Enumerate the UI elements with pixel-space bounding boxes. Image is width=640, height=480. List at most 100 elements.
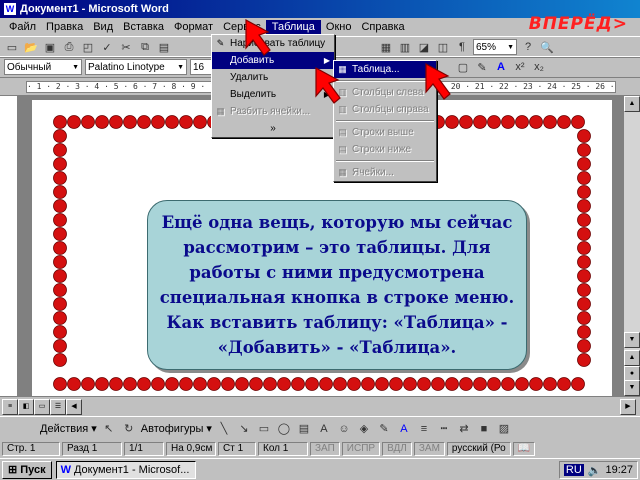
drawing-icon[interactable]: ◪	[416, 39, 432, 55]
language-indicator[interactable]: RU	[563, 464, 584, 476]
map-icon[interactable]: ◫	[435, 39, 451, 55]
apple-border-dot	[577, 339, 591, 353]
fill-color-icon[interactable]: ◈	[356, 421, 372, 437]
apple-border-dot	[501, 377, 515, 391]
select-objects-icon[interactable]: ↖	[101, 421, 117, 437]
actions-menu[interactable]: Действия ▾	[40, 422, 97, 435]
paste-icon[interactable]: ▤	[156, 39, 172, 55]
apple-border-dot	[221, 377, 235, 391]
apple-border-dot	[151, 377, 165, 391]
apple-border-dot	[53, 283, 67, 297]
draw-font-color-icon[interactable]: A	[396, 421, 412, 437]
volume-icon[interactable]: 🔈	[588, 464, 602, 477]
find-icon[interactable]: 🔍	[539, 39, 555, 55]
status-section: Разд 1	[62, 442, 122, 456]
rectangle-icon[interactable]: ▭	[256, 421, 272, 437]
scroll-down-button[interactable]: ▼	[624, 332, 640, 348]
clipart-icon[interactable]: ☺	[336, 421, 352, 437]
new-icon[interactable]: ▭	[4, 39, 20, 55]
submenu-item-rows-below[interactable]: ▤ Строки ниже	[334, 141, 436, 158]
save-icon[interactable]: ▣	[42, 39, 58, 55]
apple-border-dot	[571, 377, 585, 391]
apple-border-dot	[459, 377, 473, 391]
submenu-item-cells[interactable]: ▦ Ячейки...	[334, 164, 436, 181]
menu-format[interactable]: Формат	[169, 21, 218, 33]
status-language[interactable]: русский (Ро	[446, 442, 511, 456]
web-view-icon[interactable]: ◧	[18, 399, 34, 415]
apple-border-dot	[361, 377, 375, 391]
font-color-icon[interactable]: A	[493, 59, 509, 75]
line-icon[interactable]: ╲	[216, 421, 232, 437]
help-icon[interactable]: ?	[520, 39, 536, 55]
rotate-icon[interactable]: ↻	[121, 421, 137, 437]
spelling-status-icon[interactable]: 📖	[512, 442, 536, 456]
status-ext[interactable]: ВДЛ	[382, 442, 412, 456]
wordart-icon[interactable]: A	[316, 421, 332, 437]
normal-view-icon[interactable]: ≡	[2, 399, 18, 415]
apple-border-dot	[347, 377, 361, 391]
arrow-style-icon[interactable]: ⇄	[456, 421, 472, 437]
columns-icon[interactable]: ▥	[397, 39, 413, 55]
cut-icon[interactable]: ✂	[118, 39, 134, 55]
apple-border-dot	[137, 115, 151, 129]
menu-expand-chevron-icon[interactable]: »	[212, 120, 334, 137]
apple-border-dot	[473, 377, 487, 391]
dash-style-icon[interactable]: ┅	[436, 421, 452, 437]
apple-border-dot	[417, 377, 431, 391]
menu-insert[interactable]: Вставка	[118, 21, 169, 33]
borders-icon[interactable]: ▢	[455, 59, 471, 75]
open-icon[interactable]: 📂	[23, 39, 39, 55]
horizontal-scrollbar[interactable]: ≡ ◧ ▭ ☰ ◀ ▶	[0, 396, 640, 416]
menu-table[interactable]: Таблица	[265, 20, 321, 34]
prev-page-button[interactable]: ▲	[624, 350, 640, 366]
autoshapes-menu[interactable]: Автофигуры ▾	[141, 422, 212, 435]
status-ovr[interactable]: ЗАМ	[413, 442, 445, 456]
apple-border-dot	[53, 157, 67, 171]
windows-logo-icon: ⊞	[8, 464, 18, 476]
status-rec[interactable]: ЗАП	[310, 442, 340, 456]
arrow-icon[interactable]: ↘	[236, 421, 252, 437]
apple-border-dot	[109, 115, 123, 129]
scroll-up-button[interactable]: ▲	[624, 96, 640, 112]
pilcrow-icon[interactable]: ¶	[454, 39, 470, 55]
status-trk[interactable]: ИСПР	[341, 442, 381, 456]
highlight-icon[interactable]: ✎	[474, 59, 490, 75]
print-icon[interactable]: ⎙	[61, 39, 77, 55]
explanation-callout: Ещё одна вещь, которую мы сейчас рассмот…	[147, 200, 527, 370]
menu-edit[interactable]: Правка	[41, 21, 88, 33]
table-icon[interactable]: ▦	[378, 39, 394, 55]
line-style-icon[interactable]: ≡	[416, 421, 432, 437]
style-select[interactable]: Обычный ▼	[4, 59, 82, 75]
menu-help[interactable]: Справка	[356, 21, 409, 33]
menu-file[interactable]: Файл	[4, 21, 41, 33]
menu-view[interactable]: Вид	[88, 21, 118, 33]
preview-icon[interactable]: ◰	[80, 39, 96, 55]
layout-view-icon[interactable]: ▭	[34, 399, 50, 415]
3d-icon[interactable]: ▨	[496, 421, 512, 437]
outline-view-icon[interactable]: ☰	[50, 399, 66, 415]
submenu-arrow-icon: ▶	[323, 56, 330, 65]
font-select[interactable]: Palatino Linotype ▼	[85, 59, 187, 75]
submenu-item-rows-above[interactable]: ▤ Строки выше	[334, 124, 436, 141]
scroll-right-button[interactable]: ▶	[620, 399, 636, 415]
page[interactable]: Ещё одна вещь, которую мы сейчас рассмот…	[32, 100, 612, 396]
start-button[interactable]: ⊞ Пуск	[2, 460, 52, 479]
vertical-scrollbar[interactable]: ▲ ▼ ▲ ● ▼	[624, 96, 640, 396]
apple-border-dot	[515, 115, 529, 129]
next-page-button[interactable]: ▼	[624, 380, 640, 396]
superscript-icon[interactable]: x²	[512, 59, 528, 75]
zoom-select[interactable]: 65% ▼	[473, 39, 517, 55]
apple-border-dot	[577, 311, 591, 325]
scroll-left-button[interactable]: ◀	[66, 399, 82, 415]
submenu-item-columns-right[interactable]: ▥ Столбцы справа	[334, 101, 436, 118]
line-color-icon[interactable]: ✎	[376, 421, 392, 437]
task-word-document[interactable]: W Документ1 - Microsof...	[55, 460, 196, 479]
spelling-icon[interactable]: ✓	[99, 39, 115, 55]
copy-icon[interactable]: ⧉	[137, 39, 153, 55]
shadow-icon[interactable]: ■	[476, 421, 492, 437]
apple-border-dot	[577, 325, 591, 339]
subscript-icon[interactable]: x₂	[531, 59, 547, 75]
textbox-icon[interactable]: ▤	[296, 421, 312, 437]
menu-window[interactable]: Окно	[321, 21, 357, 33]
oval-icon[interactable]: ◯	[276, 421, 292, 437]
